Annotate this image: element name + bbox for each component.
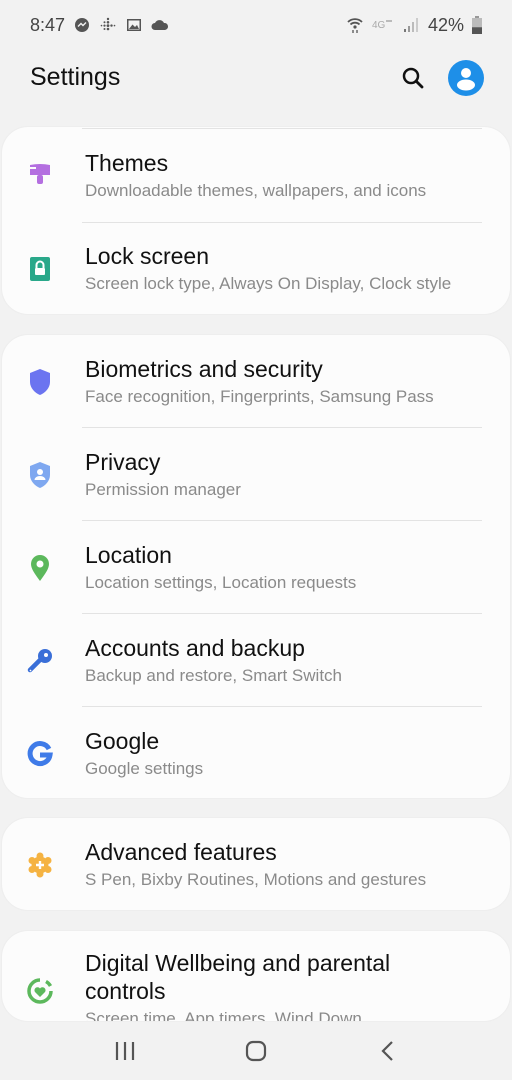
app-header: Settings	[0, 50, 512, 105]
item-title: Google	[85, 728, 160, 754]
key-icon	[26, 647, 54, 675]
settings-item-advanced-features[interactable]: Advanced features S Pen, Bixby Routines,…	[2, 818, 510, 910]
page-title: Settings	[30, 63, 121, 91]
back-button[interactable]	[367, 1031, 407, 1071]
item-subtitle: Permission manager	[85, 480, 241, 499]
item-subtitle: Google settings	[85, 759, 204, 778]
battery-percent: 42%	[427, 14, 464, 35]
settings-item-digital-wellbeing[interactable]: Digital Wellbeing and parental controls …	[2, 931, 510, 1021]
item-subtitle: Location settings, Location requests	[85, 573, 357, 592]
lock-icon	[26, 255, 54, 283]
account-avatar-button[interactable]	[448, 59, 484, 96]
battery-fill	[472, 27, 482, 34]
item-subtitle: Screen lock type, Always On Display, Clo…	[85, 274, 452, 293]
messenger-icon	[73, 16, 91, 34]
item-title: Digital Wellbeing and parental controls	[85, 950, 391, 1004]
item-title: Lock screen	[85, 243, 210, 269]
navigation-bar	[0, 1022, 512, 1080]
back-icon	[381, 1041, 393, 1061]
wellbeing-icon	[26, 977, 54, 1005]
settings-item-themes[interactable]: Themes Downloadable themes, wallpapers, …	[2, 129, 510, 222]
settings-item-location[interactable]: Location Location settings, Location req…	[2, 521, 510, 614]
settings-item-lock-screen[interactable]: Lock screen Screen lock type, Always On …	[2, 222, 510, 314]
signal-icon	[402, 16, 420, 34]
location-pin-icon	[26, 554, 54, 582]
gallery-icon	[125, 16, 143, 34]
settings-item-google[interactable]: Google Google settings	[2, 707, 510, 798]
wifi-icon	[346, 16, 364, 34]
recents-button[interactable]	[105, 1031, 145, 1071]
item-subtitle: Downloadable themes, wallpapers, and ico…	[85, 181, 427, 200]
item-title: Privacy	[85, 449, 161, 475]
search-icon	[402, 67, 424, 88]
settings-item-accounts-backup[interactable]: Accounts and backup Backup and restore, …	[2, 614, 510, 707]
battery-icon	[472, 16, 482, 34]
home-button[interactable]	[236, 1031, 276, 1071]
item-subtitle: S Pen, Bixby Routines, Motions and gestu…	[85, 870, 427, 889]
item-subtitle: Screen time, App timers, Wind Down	[85, 1009, 362, 1021]
privacy-shield-icon	[26, 461, 54, 489]
item-title: Advanced features	[85, 839, 277, 865]
item-title: Location	[85, 542, 172, 568]
item-title: Biometrics and security	[85, 356, 323, 382]
settings-group-advanced: Advanced features S Pen, Bixby Routines,…	[2, 818, 510, 910]
fitbit-icon	[99, 16, 117, 34]
settings-item-privacy[interactable]: Privacy Permission manager	[2, 428, 510, 521]
status-time: 8:47	[30, 14, 66, 35]
settings-item-biometrics[interactable]: Biometrics and security Face recognition…	[2, 335, 510, 428]
item-subtitle: Backup and restore, Smart Switch	[85, 666, 343, 685]
status-bar: 8:47 4G 42%	[0, 0, 512, 50]
shield-icon	[26, 368, 54, 396]
home-icon	[245, 1040, 267, 1062]
item-title: Themes	[85, 150, 169, 176]
settings-group-security: Biometrics and security Face recognition…	[2, 335, 510, 798]
4g-icon: 4G	[372, 16, 394, 34]
gear-plus-icon	[26, 851, 54, 879]
recents-icon	[116, 1042, 135, 1060]
cloud-icon	[151, 16, 169, 34]
svg-text:4G: 4G	[372, 20, 386, 31]
item-subtitle: Face recognition, Fingerprints, Samsung …	[85, 387, 434, 406]
settings-group-personalization: Themes Downloadable themes, wallpapers, …	[2, 127, 510, 314]
google-icon	[26, 740, 54, 768]
settings-group-wellbeing: Digital Wellbeing and parental controls …	[2, 931, 510, 1021]
account-icon	[457, 67, 475, 90]
paint-brush-icon	[26, 162, 54, 190]
search-button[interactable]	[398, 63, 428, 93]
item-title: Accounts and backup	[85, 635, 305, 661]
